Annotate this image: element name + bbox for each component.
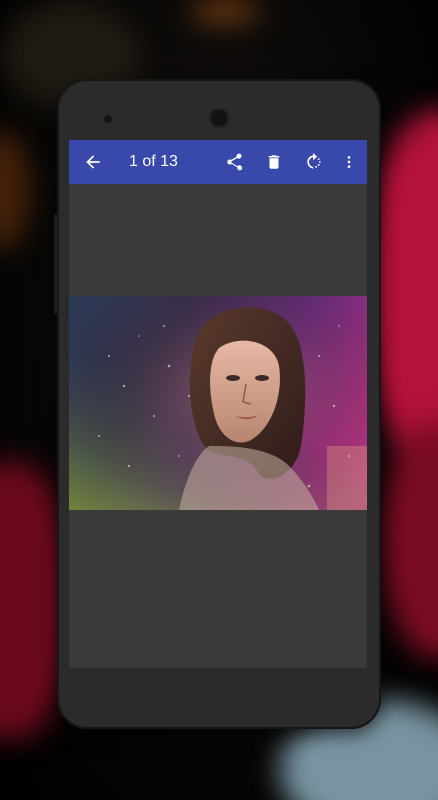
sensor-dot <box>104 115 112 123</box>
portrait-illustration <box>69 296 367 510</box>
delete-button[interactable] <box>256 140 292 184</box>
rotate-button[interactable] <box>296 140 332 184</box>
front-camera <box>211 110 227 126</box>
share-button[interactable] <box>216 140 252 184</box>
share-icon <box>227 153 243 171</box>
side-button <box>54 214 58 314</box>
rotate-icon <box>307 152 321 169</box>
back-button[interactable] <box>75 140 111 184</box>
arrow-back-icon <box>86 155 100 169</box>
trash-icon <box>268 155 280 169</box>
phone-screen: 1 of 13 <box>69 140 367 668</box>
more-vert-icon <box>347 156 351 168</box>
page-counter: 1 of 13 <box>129 153 178 170</box>
portrait-photo[interactable] <box>69 296 367 510</box>
more-options-button[interactable] <box>331 140 367 184</box>
app-toolbar: 1 of 13 <box>69 140 367 184</box>
